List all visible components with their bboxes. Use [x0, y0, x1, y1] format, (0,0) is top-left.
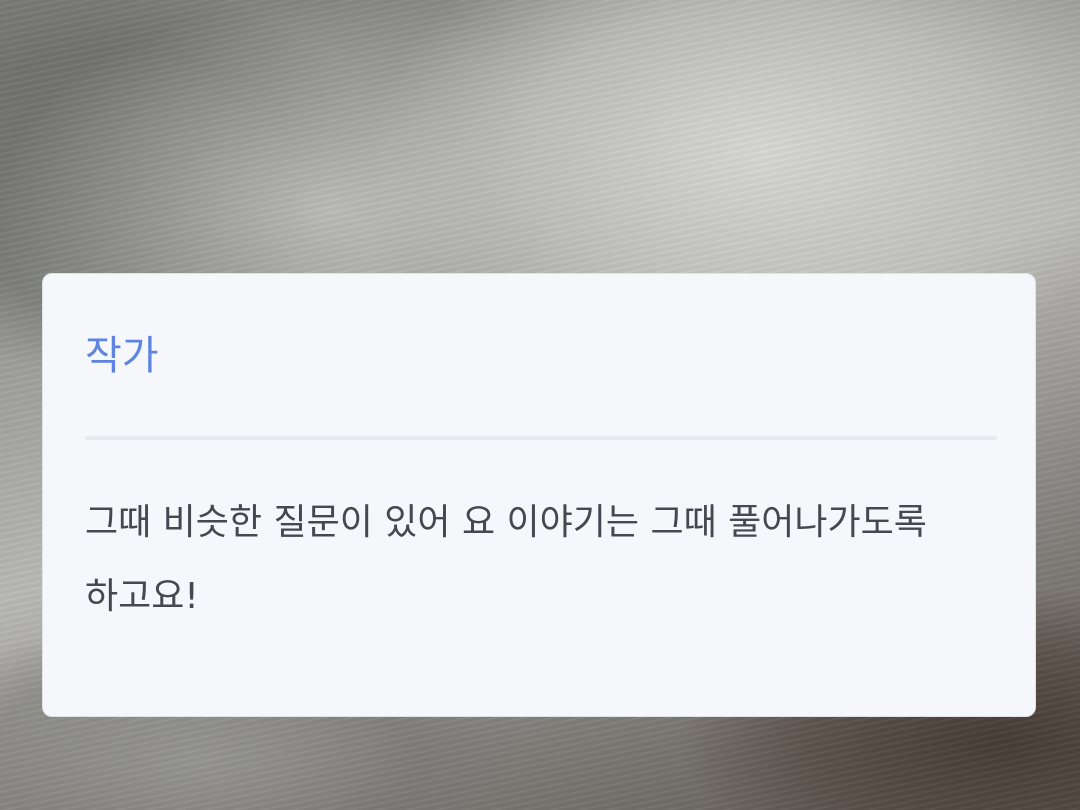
screen: 작가 그때 비슷한 질문이 있어 요 이야기는 그때 풀어나가도록 하고요!: [0, 0, 1080, 810]
divider: [85, 436, 997, 440]
card-message: 그때 비슷한 질문이 있어 요 이야기는 그때 풀어나가도록 하고요!: [85, 502, 927, 617]
card-title: 작가: [85, 333, 159, 379]
message-card: 작가 그때 비슷한 질문이 있어 요 이야기는 그때 풀어나가도록 하고요!: [42, 273, 1036, 717]
